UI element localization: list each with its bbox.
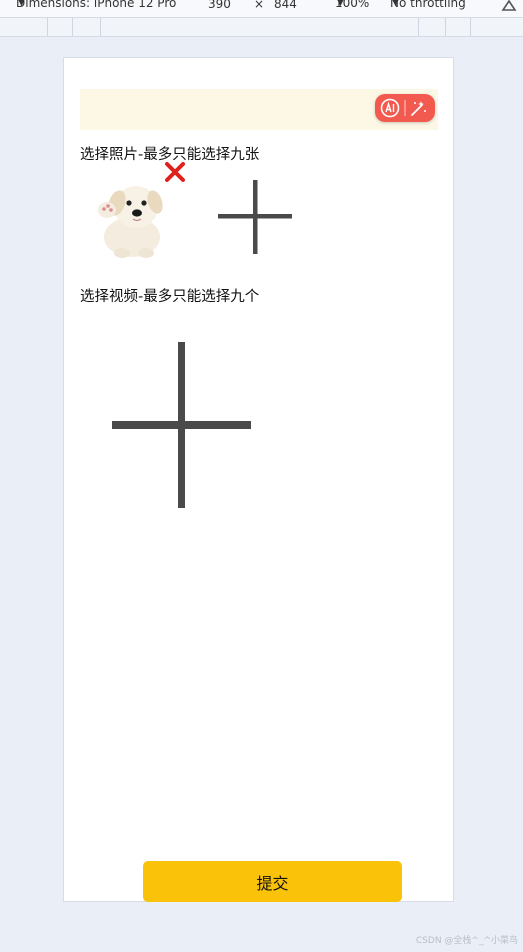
delete-photo-close-icon[interactable]	[164, 161, 186, 183]
ai-assistant-banner	[80, 89, 438, 130]
viewport-height-input[interactable]: 844	[274, 0, 297, 10]
magic-wand-icon[interactable]	[411, 101, 426, 116]
devtools-ruler	[0, 18, 523, 37]
dimension-separator: ×	[254, 0, 265, 11]
rotate-icon[interactable]	[500, 0, 518, 16]
plus-icon	[112, 342, 251, 508]
chevron-down-icon: ▼	[18, 0, 25, 8]
csdn-watermark: CSDN @全栈^_^小菜鸟	[415, 936, 518, 946]
add-video-button[interactable]	[112, 342, 251, 508]
chevron-down-icon: ▼	[337, 0, 344, 8]
chevron-down-icon: ▼	[392, 0, 399, 8]
video-section-title: 选择视频-最多只能选择九个	[80, 289, 260, 305]
add-photo-button[interactable]	[217, 179, 293, 255]
devtools-toolbar: Dimensions: iPhone 12 Pro ▼ 390 × 844 100…	[0, 0, 523, 18]
ai-assistant-pill[interactable]	[375, 94, 435, 122]
device-dimensions-label: Dimensions: iPhone 12 Pro	[16, 0, 177, 10]
ai-icon[interactable]	[380, 98, 400, 118]
throttling-label: No throttling	[390, 0, 466, 10]
viewport-width-input[interactable]: 390	[208, 0, 231, 10]
plus-icon	[218, 180, 292, 254]
submit-button[interactable]: 提交	[143, 861, 402, 902]
mobile-viewport: 选择照片-最多只能选择九张 选择视频-最多只能选择九个 提交	[63, 57, 454, 902]
